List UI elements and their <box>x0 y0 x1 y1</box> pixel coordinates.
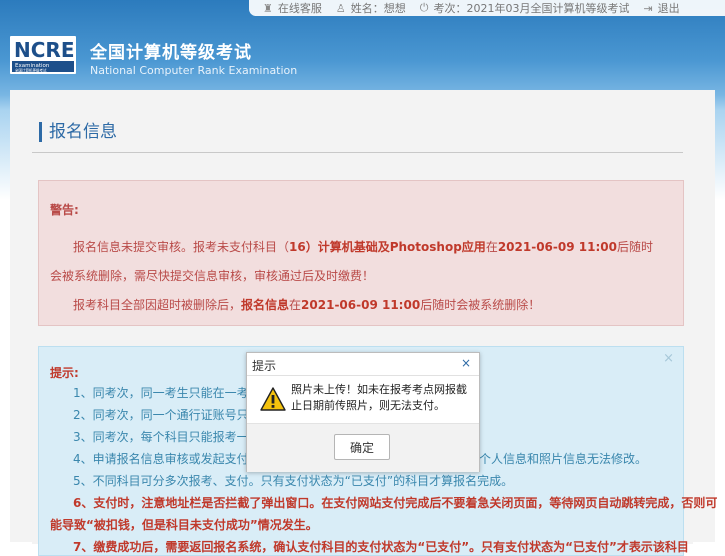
tip-item-4a: 4、申请报名信息审核或发起支付， <box>73 452 261 466</box>
logo-subcaption: 全国计算机等级考试 <box>15 68 47 73</box>
tip-item-2: 2、同考次，同一个通行证账号只能 <box>73 408 261 422</box>
tip-item-5: 5、不同科目可分多次报考、支付。只有支付状态为“已支付”的科目才算报名完成。 <box>73 474 514 488</box>
logout-icon: ⇥ <box>643 1 653 15</box>
user-name-label: 姓名：想想 <box>350 2 406 15</box>
user-name: ♙ 姓名：想想 <box>336 0 406 16</box>
site-title: 全国计算机等级考试 <box>90 43 252 63</box>
warning-text: 报名信息未提交审核。报考未支付科目（ <box>73 240 290 254</box>
warning-line-3: 报考科目全部因超时被删除后，报名信息在2021-06-09 11:00后随时会被… <box>73 296 540 313</box>
tip-item-6b: 能导致“被扣钱，但是科目未支付成功”情况发生。 <box>50 518 318 532</box>
warning-deadline: 2021-06-09 11:00 <box>497 240 617 254</box>
tip-item-7: 7、缴费成功后，需要返回报名系统，确认支付科目的支付状态为“已支付”。只有支付状… <box>73 540 689 554</box>
exam-session: ⏻ 考次：2021年03月全国计算机等级考试 <box>420 0 630 16</box>
warning-text: 报考科目全部因超时被删除后， <box>73 298 242 312</box>
logo-text: NCRE <box>14 38 74 62</box>
title-divider <box>32 152 683 153</box>
dialog-message: 照片未上传！如未在报考考点网报截止日期前传照片，则无法支付。 <box>291 383 467 412</box>
top-bar: ♜ 在线客服 ♙ 姓名：想想 ⏻ 考次：2021年03月全国计算机等级考试 ⇥ … <box>0 0 725 16</box>
page-title: 报名信息 <box>39 122 117 142</box>
tips-title: 提示: <box>50 366 79 380</box>
main-content: 报名信息 警告: 报名信息未提交审核。报考未支付科目（16）计算机基础及Phot… <box>10 90 717 556</box>
content-panel: 报名信息 警告: 报名信息未提交审核。报考未支付科目（16）计算机基础及Phot… <box>32 114 717 556</box>
tips-close-icon[interactable]: × <box>663 351 674 366</box>
warning-text: 在 <box>289 298 302 312</box>
warning-text: 后随时会被系统删除！ <box>420 298 541 312</box>
confirm-button[interactable]: 确定 <box>334 434 390 460</box>
site-header: NCRE Examination 全国计算机等级考试 全国计算机等级考试 Nat… <box>0 26 725 86</box>
warning-icon <box>260 387 286 411</box>
warning-line-1: 报名信息未提交审核。报考未支付科目（16）计算机基础及Photoshop应用在2… <box>73 238 653 255</box>
warning-text: 后随时 <box>616 240 653 254</box>
dialog-footer: 确定 <box>247 423 479 472</box>
site-subtitle: National Computer Rank Examination <box>90 64 298 77</box>
power-icon: ⏻ <box>419 1 429 14</box>
dialog-close-icon[interactable]: × <box>461 356 471 370</box>
warning-text: 在 <box>485 240 498 254</box>
photo-warning-dialog: 提示 × 照片未上传！如未在报考考点网报截止日期前传照片，则无法支付。 确定 <box>246 352 480 472</box>
warning-title: 警告: <box>50 203 79 217</box>
ncre-logo: NCRE Examination 全国计算机等级考试 <box>10 36 76 74</box>
headset-icon: ♜ <box>263 1 273 15</box>
tip-item-4b: 个人信息和照片信息无法修改。 <box>479 452 648 466</box>
logout-link[interactable]: ⇥ 退出 <box>643 0 679 16</box>
online-service-label: 在线客服 <box>277 2 322 15</box>
logout-label: 退出 <box>657 2 680 15</box>
tip-item-6a: 6、支付时，注意地址栏是否拦截了弹出窗口。在支付网站支付完成后不要着急关闭页面，… <box>73 496 718 510</box>
top-bar-pill: ♜ 在线客服 ♙ 姓名：想想 ⏻ 考次：2021年03月全国计算机等级考试 ⇥ … <box>249 0 725 16</box>
online-service-link[interactable]: ♜ 在线客服 <box>263 0 322 16</box>
tip-item-1: 1、同考次，同一考生只能在一考点报 <box>73 386 273 400</box>
user-icon: ♙ <box>335 1 346 15</box>
warning-line-2: 会被系统删除，需尽快提交信息审核，审核通过后及时缴费！ <box>50 269 375 283</box>
warning-alert: 警告: 报名信息未提交审核。报考未支付科目（16）计算机基础及Photoshop… <box>38 180 684 326</box>
dialog-header: 提示 × <box>247 353 479 376</box>
tip-item-3: 3、同考次，每个科目只能报考一次。 <box>73 430 273 444</box>
warning-subject: 16）计算机基础及Photoshop应用 <box>289 240 486 254</box>
warning-deadline: 2021-06-09 11:00 <box>301 298 421 312</box>
warning-info: 报名信息 <box>241 298 290 312</box>
exam-session-label: 考次：2021年03月全国计算机等级考试 <box>433 2 630 15</box>
dialog-title: 提示 <box>252 359 277 373</box>
